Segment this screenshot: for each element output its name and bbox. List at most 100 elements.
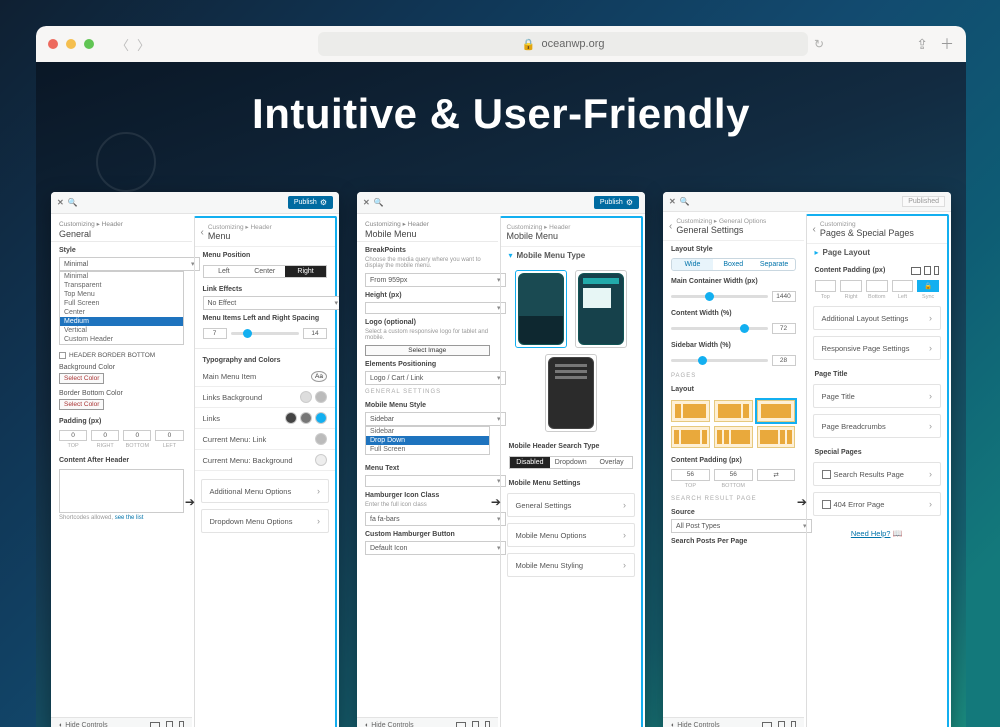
style-option[interactable]: Center [60, 308, 183, 317]
current-bg-row[interactable]: Current Menu: Background [203, 456, 293, 465]
tablet-icon[interactable] [778, 721, 785, 727]
style-option[interactable]: Transparent [60, 281, 183, 290]
sidebar-width-value[interactable]: 28 [772, 355, 796, 366]
elements-positioning-select[interactable]: Logo / Cart / Link [365, 371, 506, 385]
checkbox-border-bottom[interactable] [59, 352, 66, 359]
search-icon[interactable]: 🔍 [680, 197, 690, 206]
search-icon[interactable]: 🔍 [374, 198, 384, 207]
style-select[interactable]: Minimal [59, 257, 200, 271]
menu-position-toggle[interactable]: Left Center Right [203, 265, 328, 278]
layout-option[interactable] [714, 426, 753, 448]
general-settings-row[interactable]: General Settings› [507, 493, 636, 517]
slider-thumb[interactable] [705, 292, 714, 301]
desktop-icon[interactable] [150, 722, 160, 727]
desktop-icon[interactable] [911, 267, 921, 275]
link-effects-select[interactable]: No Effect [203, 296, 340, 310]
aa-icon[interactable]: Aa [311, 371, 327, 382]
pad-left[interactable] [892, 280, 914, 292]
publish-button[interactable]: Publish ⚙ [288, 196, 333, 209]
links-row[interactable]: Links [203, 414, 221, 423]
tablet-icon[interactable] [924, 266, 931, 275]
close-icon[interactable]: ✕ [363, 198, 370, 207]
hide-controls-toggle[interactable]: ◐ Hide Controls [671, 722, 720, 727]
back-icon[interactable]: ‹ [669, 221, 672, 232]
mobile-menu-options-row[interactable]: Mobile Menu Options› [507, 523, 636, 547]
custom-hamburger-select[interactable]: Default Icon [365, 541, 506, 555]
publish-button[interactable]: Publish⚙ [594, 196, 639, 209]
layout-option[interactable] [671, 426, 710, 448]
breakpoint-select[interactable]: From 959px [365, 273, 506, 287]
padding-left[interactable]: 0 [155, 430, 183, 441]
menu-text-input[interactable] [365, 475, 506, 487]
spacing-input[interactable]: 7 [203, 328, 227, 339]
slider-thumb[interactable] [698, 356, 707, 365]
close-icon[interactable]: ✕ [57, 198, 64, 207]
page-breadcrumbs-row[interactable]: Page Breadcrumbs› [813, 414, 942, 438]
search-type-toggle[interactable]: Disabled Dropdown Overlay [509, 456, 634, 469]
window-minimize-dot[interactable] [66, 39, 76, 49]
back-icon[interactable]: ‹ [813, 224, 816, 235]
window-close-dot[interactable] [48, 39, 58, 49]
close-icon[interactable]: ✕ [669, 197, 676, 206]
desktop-icon[interactable] [762, 722, 772, 727]
need-help-link[interactable]: Need Help? [851, 529, 891, 538]
phone-icon[interactable] [485, 721, 490, 727]
hide-controls-toggle[interactable]: ◐ Hide Controls [59, 722, 108, 727]
style-option[interactable]: Minimal [60, 272, 183, 281]
source-select[interactable]: All Post Types [671, 519, 812, 533]
slider-thumb[interactable] [740, 324, 749, 333]
tablet-icon[interactable] [472, 721, 479, 727]
mobile-type-option-1[interactable] [515, 270, 567, 348]
responsive-settings-row[interactable]: Responsive Page Settings› [813, 336, 942, 360]
layout-style-toggle[interactable]: Wide Boxed Separate [671, 258, 796, 271]
shortcodes-link[interactable]: see the list [115, 515, 144, 521]
back-icon[interactable]: ‹ [201, 227, 204, 238]
sync-icon[interactable]: ⇄ [757, 469, 796, 481]
style-option[interactable]: Full Screen [60, 299, 183, 308]
select-color-button[interactable]: Select Color [59, 373, 104, 384]
phone-icon[interactable] [934, 266, 939, 275]
select-color-button-2[interactable]: Select Color [59, 399, 104, 410]
window-zoom-dot[interactable] [84, 39, 94, 49]
height-input[interactable] [365, 302, 506, 314]
select-image-button[interactable]: Select Image [365, 345, 490, 356]
share-icon[interactable]: ⇪ [916, 36, 928, 53]
hide-controls-toggle[interactable]: ◐ Hide Controls [365, 722, 414, 727]
mobile-menu-styling-row[interactable]: Mobile Menu Styling› [507, 553, 636, 577]
tablet-icon[interactable] [166, 721, 173, 727]
sync-icon[interactable]: 🔒 [917, 280, 939, 292]
layout-option[interactable] [671, 400, 710, 422]
slider-thumb[interactable] [243, 329, 252, 338]
padding-top-input[interactable]: 56 [671, 469, 710, 481]
additional-menu-options[interactable]: Additional Menu Options› [201, 479, 330, 503]
phone-icon[interactable] [179, 721, 184, 727]
pad-right[interactable] [840, 280, 862, 292]
back-icon[interactable]: 〈 [116, 35, 129, 54]
new-tab-icon[interactable]: ＋ [940, 34, 954, 54]
page-title-row[interactable]: Page Title› [813, 384, 942, 408]
mobile-type-option-2[interactable] [575, 270, 627, 348]
padding-right[interactable]: 0 [91, 430, 119, 441]
forward-icon[interactable]: 〉 [137, 35, 150, 54]
dropdown-menu-options[interactable]: Dropdown Menu Options› [201, 509, 330, 533]
layout-option[interactable] [714, 400, 753, 422]
main-menu-item[interactable]: Main Menu Item [203, 372, 257, 381]
search-results-row[interactable]: Search Results Page› [813, 462, 942, 486]
layout-option[interactable] [757, 426, 796, 448]
pad-bottom[interactable] [866, 280, 888, 292]
page-layout-row[interactable]: Page Layout [823, 248, 871, 257]
style-option-selected[interactable]: Medium [60, 317, 183, 326]
style-option[interactable]: Top Menu [60, 290, 183, 299]
main-width-value[interactable]: 1440 [772, 291, 796, 302]
links-bg-row[interactable]: Links Background [203, 393, 263, 402]
hamburger-class-input[interactable]: fa fa-bars [365, 512, 506, 526]
mobile-menu-style-select[interactable]: Sidebar [365, 412, 506, 426]
404-page-row[interactable]: 404 Error Page› [813, 492, 942, 516]
additional-layout-row[interactable]: Additional Layout Settings› [813, 306, 942, 330]
content-width-value[interactable]: 72 [772, 323, 796, 334]
content-after-textarea[interactable] [59, 469, 184, 513]
style-option[interactable]: Custom Header [60, 335, 183, 344]
style-option[interactable]: Vertical [60, 326, 183, 335]
phone-icon[interactable] [791, 721, 796, 727]
reload-icon[interactable]: ↻ [814, 37, 824, 51]
